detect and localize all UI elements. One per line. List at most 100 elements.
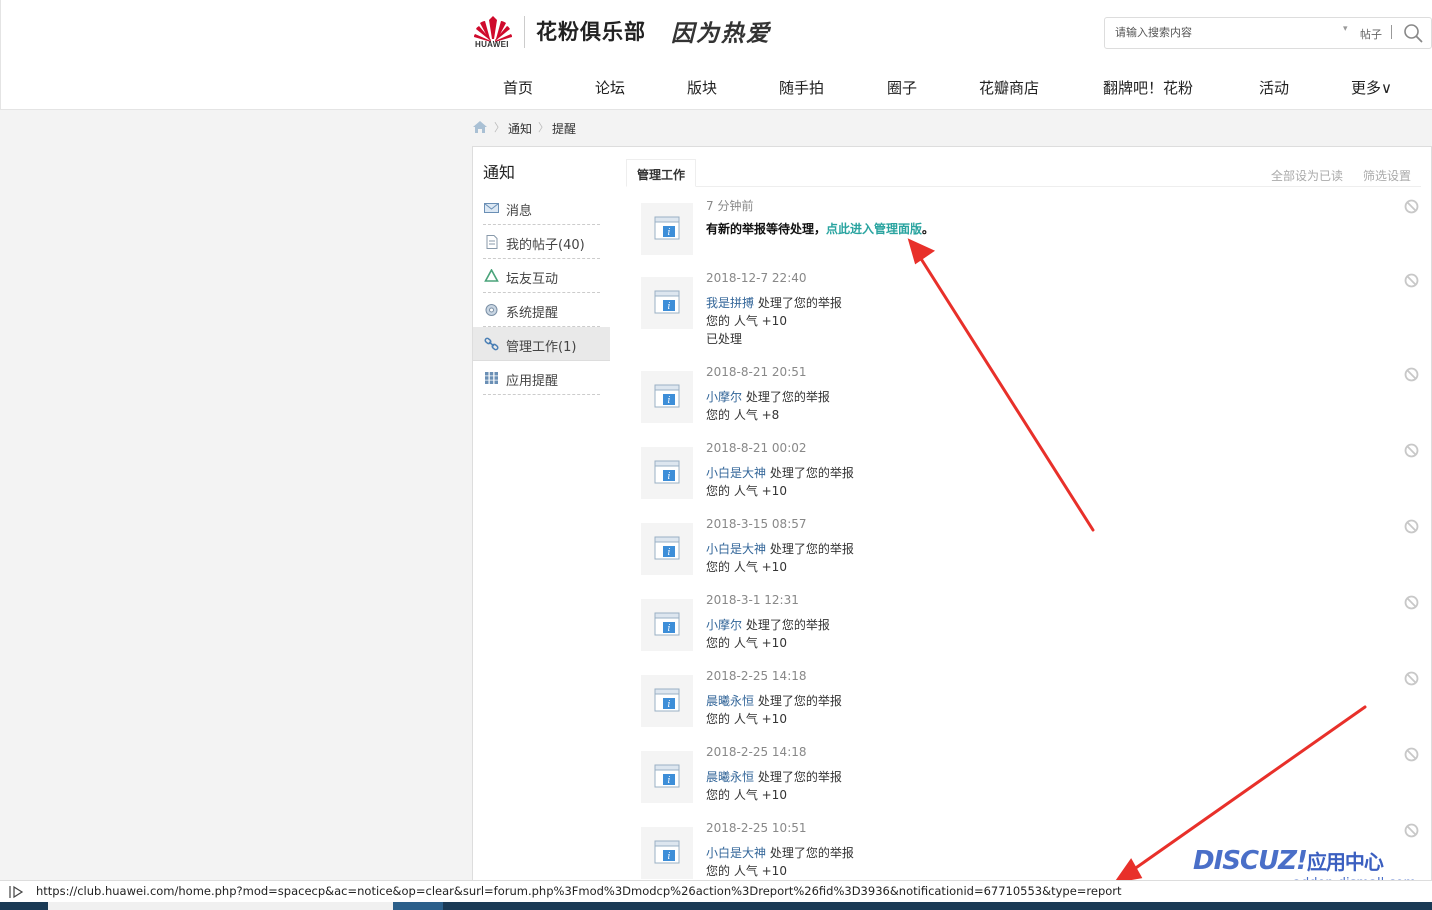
svg-text:i: i (668, 228, 671, 238)
ignore-icon[interactable] (1404, 671, 1419, 686)
taskbar-item[interactable] (393, 902, 443, 910)
ignore-icon[interactable] (1404, 273, 1419, 288)
logo-divider (524, 16, 525, 48)
ignore-icon[interactable] (1404, 595, 1419, 610)
nav-circles[interactable]: 圈子 (887, 77, 917, 98)
site-header: HUAWEI 花粉俱乐部 因为热爱 ▾ 帖子 首页 论坛 版块 随手拍 圈子 花… (0, 0, 1432, 110)
user-link[interactable]: 晨曦永恒 (706, 770, 754, 784)
home-icon[interactable] (472, 120, 488, 134)
nav-store[interactable]: 花瓣商店 (979, 77, 1039, 98)
notice-avatar: i (641, 751, 693, 803)
notice-time: 2018-3-15 08:57 (706, 517, 807, 531)
svg-text:i: i (668, 396, 671, 406)
ignore-icon[interactable] (1404, 199, 1419, 214)
sidebar-item-my-posts[interactable]: 我的帖子(40) (473, 225, 610, 259)
sidebar-item-label: 应用提醒 (506, 374, 559, 389)
svg-text:i: i (668, 472, 671, 482)
search-input[interactable] (1115, 26, 1335, 39)
notice-text: 处理了您的举报 (742, 390, 830, 404)
reward-text: 您的 人气 +10 (706, 788, 787, 802)
ignore-icon[interactable] (1404, 443, 1419, 458)
notice-message: 晨曦永恒 处理了您的举报 (706, 692, 842, 709)
caret-down-icon[interactable]: ▾ (1343, 24, 1348, 34)
ignore-icon[interactable] (1404, 747, 1419, 762)
notice-message: 小摩尔 处理了您的举报 (706, 388, 830, 405)
nav-snapshots[interactable]: 随手拍 (779, 77, 824, 98)
nav-events[interactable]: 活动 (1259, 77, 1289, 98)
nav-boards[interactable]: 版块 (687, 77, 717, 98)
admin-panel-link[interactable]: 点此进入管理面版 (826, 222, 922, 236)
notice-text: 有新的举报等待处理， (706, 222, 827, 236)
status-url: https://club.huawei.com/home.php?mod=spa… (36, 884, 1122, 898)
reward-text: 您的 人气 +10 (706, 864, 787, 878)
reward-text: 您的 人气 +10 (706, 560, 787, 574)
notice-avatar: i (641, 827, 693, 879)
divider (483, 394, 600, 395)
svg-text:i: i (668, 852, 671, 862)
settings-icon (485, 304, 498, 316)
taskbar-item[interactable] (48, 902, 393, 910)
nav-more[interactable]: 更多∨ (1351, 77, 1392, 98)
notice-message: 小白是大神 处理了您的举报 (706, 844, 854, 861)
nav-home[interactable]: 首页 (503, 77, 533, 98)
user-link[interactable]: 小白是大神 (706, 846, 766, 860)
notice-message: 我是拼搏 处理了您的举报 (706, 294, 842, 311)
user-link[interactable]: 小摩尔 (706, 390, 742, 404)
user-link[interactable]: 小白是大神 (706, 542, 766, 556)
search-icon[interactable] (1403, 23, 1423, 43)
notification-icon: i (654, 840, 680, 864)
svg-text:i: i (668, 700, 671, 710)
notice-time: 2018-8-21 20:51 (706, 365, 807, 379)
reward-text: 您的 人气 +10 (706, 636, 787, 650)
notice-message: 小摩尔 处理了您的举报 (706, 616, 830, 633)
nav-forum[interactable]: 论坛 (595, 77, 625, 98)
notice-avatar: i (641, 523, 693, 575)
notification-icon: i (654, 764, 680, 788)
browser-status-bar: https://club.huawei.com/home.php?mod=spa… (0, 880, 1432, 902)
notification-panel: 通知 消息 我的帖子(40) 坛友互动 系统提醒 管理工作(1) 应用提醒 管理… (472, 146, 1432, 886)
brand-text: HUAWEI (475, 40, 509, 49)
search-type-select[interactable]: 帖子 (1360, 26, 1382, 42)
sidebar-title: 通知 (483, 163, 516, 182)
notice-text: 处理了您的举报 (766, 542, 854, 556)
notice-message: 有新的举报等待处理，点此进入管理面版。 (706, 220, 934, 237)
notice-text: 处理了您的举报 (754, 694, 842, 708)
ignore-icon[interactable] (1404, 823, 1419, 838)
os-taskbar (0, 902, 1432, 910)
search-box: ▾ 帖子 (1104, 17, 1432, 49)
reward-text: 您的 人气 +10 (706, 712, 787, 726)
document-icon (486, 235, 498, 249)
notice-time: 2018-8-21 00:02 (706, 441, 807, 455)
filter-settings-link[interactable]: 筛选设置 (1363, 167, 1411, 184)
breadcrumb-reminder: 提醒 (552, 122, 577, 136)
sidebar-item-app-reminders[interactable]: 应用提醒 (473, 361, 610, 395)
mark-all-read-link[interactable]: 全部设为已读 (1271, 167, 1343, 184)
user-link[interactable]: 小白是大神 (706, 466, 766, 480)
notice-text: 处理了您的举报 (766, 846, 854, 860)
user-link[interactable]: 晨曦永恒 (706, 694, 754, 708)
sidebar-item-interactions[interactable]: 坛友互动 (473, 259, 610, 293)
watermark-brand: DISCUZ!应用中心 (1193, 846, 1384, 876)
tab-bar: 管理工作 全部设为已读 筛选设置 (626, 157, 1421, 187)
sidebar-item-management[interactable]: 管理工作(1) (473, 327, 610, 361)
user-link[interactable]: 小摩尔 (706, 618, 742, 632)
ignore-icon[interactable] (1404, 519, 1419, 534)
notification-icon: i (654, 384, 680, 408)
notice-message: 晨曦永恒 处理了您的举报 (706, 768, 842, 785)
ignore-icon[interactable] (1404, 367, 1419, 382)
tab-management[interactable]: 管理工作 (626, 159, 697, 187)
notice-avatar: i (641, 447, 693, 499)
site-title[interactable]: 花粉俱乐部 (536, 16, 646, 46)
notice-text: 处理了您的举报 (754, 296, 842, 310)
notification-icon: i (654, 460, 680, 484)
user-link[interactable]: 我是拼搏 (706, 296, 754, 310)
nav-flip[interactable]: 翻牌吧！花粉 (1103, 77, 1193, 98)
reward-text: 您的 人气 +10 (706, 314, 787, 328)
breadcrumb-notice[interactable]: 通知 (508, 120, 532, 137)
sidebar-item-messages[interactable]: 消息 (473, 191, 610, 225)
sidebar-item-system[interactable]: 系统提醒 (473, 293, 610, 327)
notice-text: 处理了您的举报 (742, 618, 830, 632)
main-nav: 首页 论坛 版块 随手拍 圈子 花瓣商店 翻牌吧！花粉 活动 更多∨ (473, 64, 1432, 110)
notification-icon: i (654, 290, 680, 314)
notice-time: 7 分钟前 (706, 199, 754, 213)
